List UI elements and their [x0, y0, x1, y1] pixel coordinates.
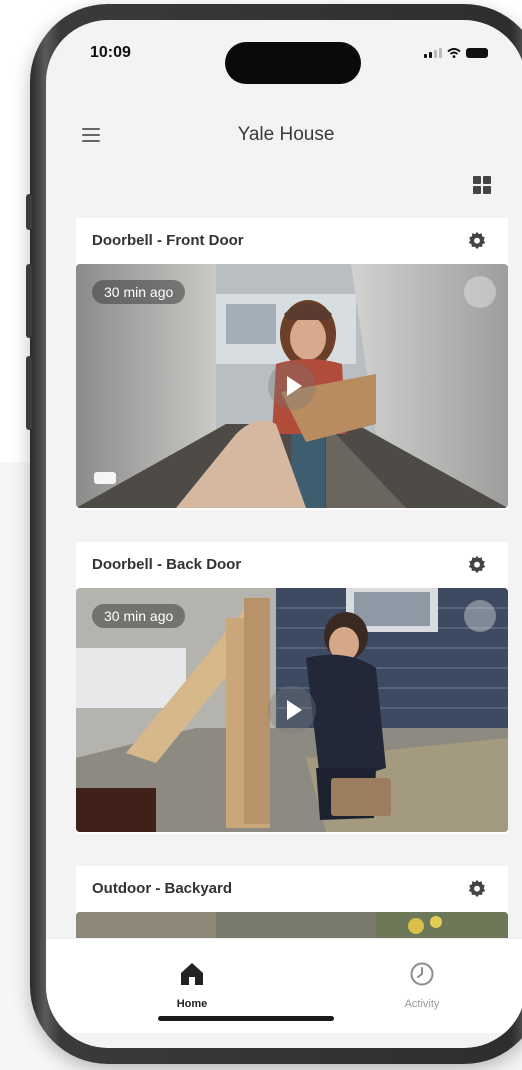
- status-icons: [424, 48, 488, 58]
- camera-thumbnail-front-door[interactable]: 30 min ago: [76, 264, 508, 508]
- status-time: 10:09: [90, 44, 131, 61]
- camera-card-front-door: Doorbell - Front Door 30 min ago: [76, 218, 508, 510]
- settings-gear-icon[interactable]: [466, 878, 488, 900]
- play-icon[interactable]: [268, 686, 316, 734]
- dynamic-island: [225, 42, 361, 84]
- clock-icon: [410, 962, 434, 986]
- volume-up-button: [26, 264, 32, 338]
- time-ago-badge: 30 min ago: [92, 280, 186, 304]
- grid-view-icon[interactable]: [473, 176, 491, 194]
- wifi-icon: [447, 48, 461, 58]
- battery-icon: [466, 48, 488, 58]
- signal-icon: [424, 48, 442, 58]
- card-header: Doorbell - Front Door: [76, 218, 508, 264]
- settings-gear-icon[interactable]: [466, 230, 488, 252]
- phone-frame: 10:09 Yale House Doorbell - Front Door 3…: [26, 4, 522, 1064]
- home-indicator: [158, 1016, 334, 1021]
- tab-home[interactable]: Home: [152, 961, 232, 1010]
- home-icon: [181, 963, 203, 985]
- camera-thumbnail-back-door[interactable]: 30 min ago: [76, 588, 508, 832]
- tab-label: Home: [176, 998, 208, 1010]
- time-ago-badge: 30 min ago: [92, 604, 186, 628]
- volume-down-button: [26, 356, 32, 430]
- app-screen: 10:09 Yale House Doorbell - Front Door 3…: [46, 20, 522, 1048]
- camera-name: Doorbell - Front Door: [92, 232, 244, 249]
- tab-label: Activity: [404, 998, 440, 1010]
- camera-name: Doorbell - Back Door: [92, 556, 242, 573]
- page-title: Yale House: [237, 124, 335, 145]
- camera-name: Outdoor - Backyard: [92, 880, 233, 897]
- card-header: Doorbell - Back Door: [76, 542, 508, 588]
- yale-logo-badge: [464, 276, 496, 308]
- play-icon[interactable]: [268, 362, 316, 410]
- yale-logo-badge: [464, 600, 496, 632]
- mute-switch: [26, 194, 32, 230]
- tab-activity[interactable]: Activity: [382, 961, 462, 1010]
- card-header: Outdoor - Backyard: [76, 866, 508, 912]
- settings-gear-icon[interactable]: [466, 554, 488, 576]
- camera-card-back-door: Doorbell - Back Door 30 min ago: [76, 542, 508, 834]
